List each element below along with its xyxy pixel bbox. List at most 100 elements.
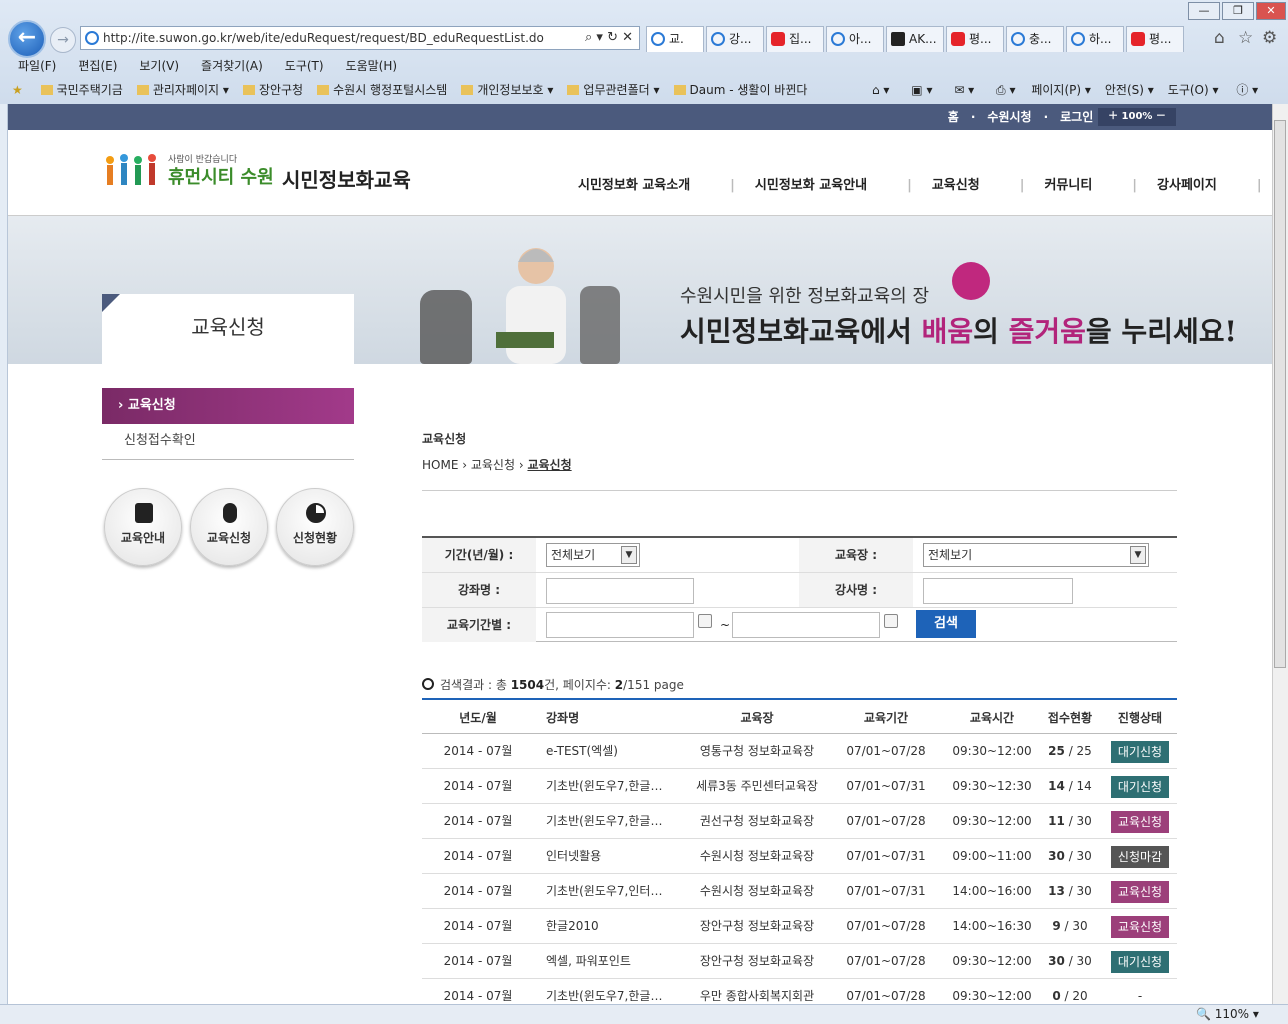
end-date-input[interactable] [732, 612, 880, 638]
status-badge[interactable]: 대기신청 [1111, 740, 1169, 763]
close-window-button[interactable]: ✕ [1256, 2, 1286, 20]
zoom-value: 110% [1214, 1007, 1250, 1021]
menu-item[interactable]: 즐겨찾기(A) [201, 59, 263, 73]
zoom-level[interactable]: 🔍 110% ▾ [1196, 1005, 1259, 1023]
favorite-link[interactable]: 개인정보보호 ▾ [461, 83, 553, 97]
status-badge[interactable]: 대기신청 [1111, 950, 1169, 973]
link-separator: · [1043, 110, 1049, 124]
address-tools[interactable]: ⌕ ▾ ↻ ✕ [585, 27, 633, 49]
cell-course-name[interactable]: 엑셀, 파워포인트 [546, 944, 678, 979]
menu-item[interactable]: 파일(F) [18, 59, 56, 73]
tab-label: 교. [669, 32, 684, 46]
browser-tab[interactable]: 집... [766, 26, 824, 52]
red-icon [771, 32, 785, 46]
search-button[interactable]: 검색 [916, 610, 976, 638]
quick-edu-guide-button[interactable]: 교육안내 [104, 488, 182, 566]
lnb-item-request-check[interactable]: 신청접수확인 [102, 424, 354, 460]
favorite-link[interactable]: 수원시 행정포털시스템 [317, 83, 447, 97]
place-select-value: 전체보기 [928, 548, 973, 562]
cell-time: 09:00~11:00 [952, 849, 1032, 863]
menu-item[interactable]: 도움말(H) [346, 59, 398, 73]
browser-tab[interactable]: 하... [1066, 26, 1124, 52]
breadcrumb-home[interactable]: HOME [422, 458, 458, 472]
browser-tab[interactable]: AK... [886, 26, 944, 52]
gnb-item[interactable]: 시민정보화 교육소개 [578, 178, 690, 193]
quick-status-button[interactable]: 신청현황 [276, 488, 354, 566]
menu-item[interactable]: 편집(E) [78, 59, 117, 73]
scrollbar-thumb[interactable] [1274, 120, 1286, 668]
cell-course-name[interactable]: 한글2010 [546, 909, 678, 944]
calendar-icon[interactable] [884, 614, 898, 628]
breadcrumb-current[interactable]: 교육신청 [527, 458, 571, 472]
back-button[interactable]: ← [8, 20, 46, 58]
maximize-button[interactable]: ❐ [1222, 2, 1254, 20]
browser-tab[interactable]: 아... [826, 26, 884, 52]
rss-icon[interactable]: ▣ ▾ [911, 83, 932, 97]
gnb-item[interactable]: 강사페이지 [1157, 178, 1217, 193]
top-link[interactable]: 로그인 [1060, 110, 1093, 124]
column-header: 접수현황 [1047, 711, 1093, 725]
home-icon[interactable]: ⌂ ▾ [872, 83, 889, 97]
ie-icon [1011, 32, 1025, 46]
browser-tab[interactable]: 평... [1126, 26, 1184, 52]
divider [422, 490, 1177, 491]
favorite-link[interactable]: 업무관련폴더 ▾ [567, 83, 660, 97]
status-badge[interactable]: 신청마감 [1111, 845, 1169, 868]
period-label: 기간(년/월) : [422, 538, 536, 572]
forward-button[interactable]: → [50, 27, 76, 53]
font-zoom-control[interactable]: ＋ 100% － [1098, 108, 1176, 126]
browser-tab[interactable]: 충... [1006, 26, 1064, 52]
command-menu[interactable]: 페이지(P) ▾ [1031, 83, 1091, 97]
favorite-link[interactable]: 국민주택기금 [40, 83, 123, 97]
lnb-item-edu-request[interactable]: › 교육신청 [102, 388, 354, 424]
status-badge[interactable]: 대기신청 [1111, 775, 1169, 798]
print-icon[interactable]: ⎙ ▾ [996, 83, 1015, 97]
top-link[interactable]: 수원시청 [987, 110, 1031, 124]
address-bar[interactable]: http://ite.suwon.go.kr/web/ite/eduReques… [80, 26, 640, 50]
gnb-item[interactable]: 커뮤니티 [1044, 178, 1092, 193]
cell-status: 대기신청 [1104, 769, 1176, 804]
cell-course-name[interactable]: 기초반(윈도우7,한글… [546, 769, 678, 804]
cell-course-name[interactable]: 인터넷활용 [546, 839, 678, 874]
banner-highlight: 즐거움 [1008, 315, 1086, 348]
cell-course-name[interactable]: 기초반(윈도우7,인터… [546, 874, 678, 909]
gnb-separator: | [1256, 178, 1262, 193]
favorites-star-icon[interactable]: ☆ [1238, 28, 1253, 48]
browser-tab[interactable]: 평... [946, 26, 1004, 52]
browser-tab[interactable]: 강... [706, 26, 764, 52]
quick-edu-request-button[interactable]: 교육신청 [190, 488, 268, 566]
command-menu[interactable]: 도구(O) ▾ [1168, 83, 1219, 97]
menu-item[interactable]: 도구(T) [285, 59, 324, 73]
teacher-name-input[interactable] [923, 578, 1073, 604]
cell-course-name[interactable]: e-TEST(엑셀) [546, 734, 678, 769]
home-icon[interactable]: ⌂ [1214, 28, 1225, 48]
gnb-item[interactable]: 시민정보화 교육안내 [755, 178, 867, 193]
favorite-link[interactable]: 장안구청 [242, 83, 303, 97]
mail-icon[interactable]: ✉ ▾ [954, 83, 974, 97]
favorite-link[interactable]: 관리자페이지 ▾ [136, 83, 229, 97]
favorite-link[interactable]: Daum - 생활이 바뀐다 [673, 83, 807, 97]
cell-period: 07/01~07/31 [846, 779, 926, 793]
top-link[interactable]: 홈 [948, 110, 959, 124]
minimize-button[interactable]: — [1188, 2, 1220, 20]
result-text: 건, 페이지수: [544, 678, 615, 692]
browser-tab[interactable]: 교. [646, 26, 704, 52]
status-badge[interactable]: 교육신청 [1111, 810, 1169, 833]
course-name-input[interactable] [546, 578, 694, 604]
menu-item[interactable]: 보기(V) [139, 59, 179, 73]
cell-course-name[interactable]: 기초반(윈도우7,한글… [546, 804, 678, 839]
help-icon[interactable]: ⓘ ▾ [1236, 83, 1258, 97]
status-badge[interactable]: 교육신청 [1111, 915, 1169, 938]
place-select[interactable]: 전체보기 ▼ [923, 543, 1149, 567]
period-select[interactable]: 전체보기 ▼ [546, 543, 640, 567]
breadcrumb-item[interactable]: 교육신청 [471, 458, 515, 472]
command-menu[interactable]: 안전(S) ▾ [1105, 83, 1154, 97]
status-badge[interactable]: 교육신청 [1111, 880, 1169, 903]
calendar-icon[interactable] [698, 614, 712, 628]
course-label: 강좌명 : [422, 573, 536, 607]
cell-registration: 9 / 30 [1040, 909, 1100, 944]
gnb-item[interactable]: 교육신청 [932, 178, 980, 193]
settings-gear-icon[interactable]: ⚙ [1262, 28, 1277, 48]
start-date-input[interactable] [546, 612, 694, 638]
favorites-star-icon[interactable]: ★ [12, 83, 23, 97]
